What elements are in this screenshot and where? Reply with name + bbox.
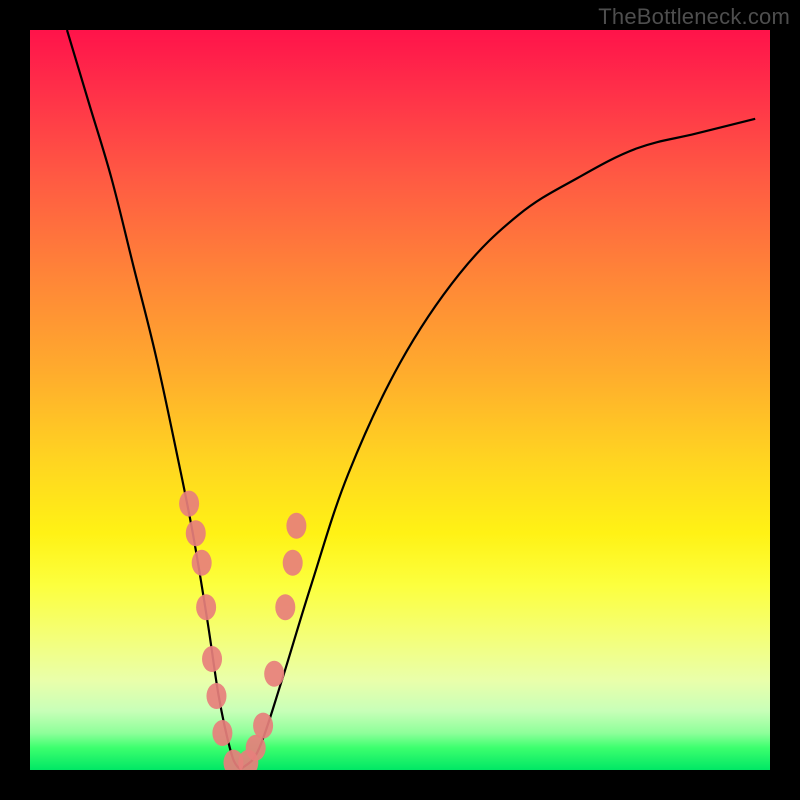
watermark-text: TheBottleneck.com (598, 4, 790, 30)
chart-frame: TheBottleneck.com (0, 0, 800, 800)
plot-area (30, 30, 770, 770)
